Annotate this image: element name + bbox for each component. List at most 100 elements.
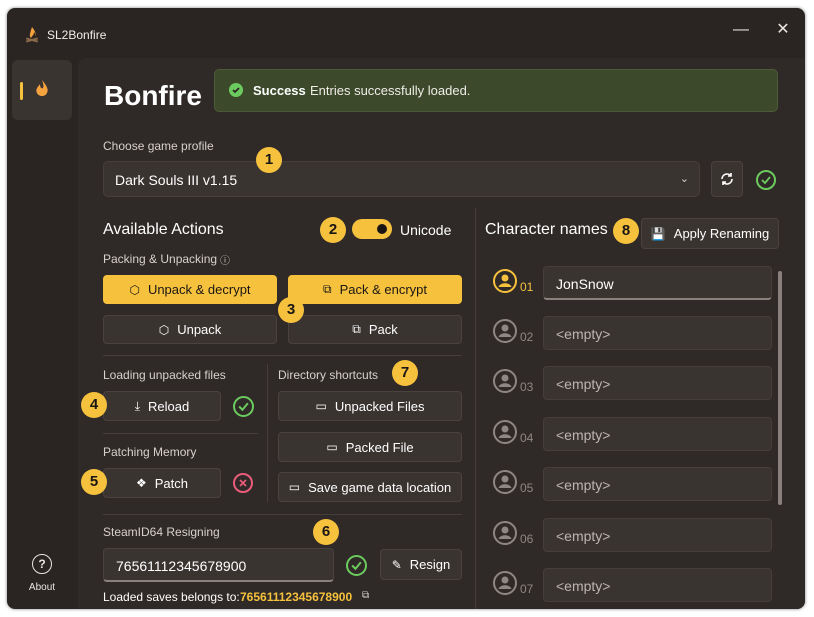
callout-badge: 2 (320, 217, 346, 243)
steamid-input[interactable]: 76561112345678900 (103, 548, 334, 582)
packed-file-button[interactable]: ▭ Packed File (278, 432, 462, 462)
box-icon: ⬡ (158, 322, 170, 337)
character-row: 03 <empty> (493, 366, 773, 402)
character-name-input[interactable]: <empty> (543, 417, 772, 451)
save-location-button[interactable]: ▭ Save game data location (278, 472, 462, 502)
divider (267, 364, 268, 502)
about-nav-item[interactable]: ? About (17, 554, 67, 593)
character-slot-number: 05 (520, 481, 534, 495)
character-row: 01 JonSnow (493, 266, 773, 302)
title-bar: SL2Bonfire — ✕ (7, 8, 805, 56)
character-slot-number: 07 (520, 582, 534, 596)
character-name-input[interactable]: <empty> (543, 568, 772, 602)
apply-renaming-label: Apply Renaming (673, 226, 770, 241)
steamid-ok-icon (346, 555, 367, 576)
character-names-title: Character names (485, 221, 608, 238)
packed-file-label: Packed File (345, 439, 414, 455)
character-slot-number: 03 (520, 380, 534, 394)
character-row: 04 <empty> (493, 417, 773, 453)
character-slot-number: 02 (520, 330, 534, 344)
unpack-decrypt-button[interactable]: ⬡ Unpack & decrypt (103, 275, 277, 304)
person-icon (493, 319, 517, 343)
nav-item-bonfire[interactable] (12, 60, 72, 120)
callout-badge: 4 (81, 392, 107, 418)
minimize-button[interactable]: — (727, 16, 755, 44)
character-slot-number: 04 (520, 431, 534, 445)
patch-icon: ❖ (135, 476, 147, 490)
game-profile-select[interactable]: Dark Souls III v1.15 ⌄ (103, 161, 700, 197)
scrollbar[interactable] (778, 271, 782, 505)
callout-badge: 7 (392, 360, 418, 386)
app-window: SL2Bonfire — ✕ ? About Bonfire Success E… (7, 8, 805, 609)
steamid-value: 76561112345678900 (116, 558, 247, 574)
belongs-value: 76561112345678900 (240, 590, 353, 604)
callout-badge: 1 (256, 147, 282, 173)
unicode-toggle[interactable] (352, 219, 392, 239)
character-name-input[interactable]: <empty> (543, 467, 772, 501)
game-profile-value: Dark Souls III v1.15 (115, 172, 238, 188)
unpack-label: Unpack (177, 322, 222, 337)
app-title: SL2Bonfire (47, 28, 107, 42)
save-location-label: Save game data location (308, 479, 452, 495)
available-actions-title: Available Actions (103, 221, 224, 238)
folder-icon: ▭ (315, 399, 327, 413)
unpack-decrypt-label: Unpack & decrypt (147, 282, 251, 297)
game-profile-label: Choose game profile (103, 139, 214, 153)
refresh-profile-button[interactable] (711, 161, 743, 197)
info-icon: ⓘ (220, 256, 230, 267)
refresh-icon (721, 173, 733, 185)
help-icon: ? (32, 554, 52, 574)
character-name-input[interactable]: <empty> (543, 316, 772, 350)
pack-label: Pack (368, 322, 398, 337)
reload-ok-icon (233, 396, 254, 417)
bonfire-logo-icon (25, 27, 39, 43)
toast-message: Entries successfully loaded. (310, 83, 471, 98)
resign-button[interactable]: ✎ Resign (380, 549, 462, 580)
character-name-input[interactable]: <empty> (543, 518, 772, 552)
person-icon (493, 269, 517, 293)
character-name-value: <empty> (556, 427, 611, 443)
character-row: 02 <empty> (493, 316, 773, 352)
loading-label: Loading unpacked files (103, 368, 226, 382)
toast-title: Success (253, 83, 306, 98)
apply-renaming-button[interactable]: 💾 Apply Renaming (641, 218, 779, 249)
character-name-value: JonSnow (556, 276, 614, 292)
steam-label: SteamID64 Resigning (103, 525, 220, 539)
page-title: Bonfire (104, 80, 202, 111)
patch-label: Patch (154, 475, 188, 491)
person-icon (493, 420, 517, 444)
close-button[interactable]: ✕ (769, 16, 797, 44)
boxes-icon: ⧉ (352, 322, 361, 336)
chevron-down-icon: ⌄ (679, 173, 689, 185)
folder-icon: ▭ (288, 480, 301, 494)
download-icon: ⤓ (134, 398, 141, 413)
profile-ok-icon (756, 170, 776, 190)
patch-button[interactable]: ❖ Patch (103, 468, 221, 498)
box-icon: ⬡ (129, 282, 140, 297)
shortcuts-label: Directory shortcuts (278, 368, 379, 382)
unpack-button[interactable]: ⬡ Unpack (103, 315, 277, 344)
folder-icon: ▭ (326, 440, 338, 454)
person-icon (493, 571, 517, 595)
toggle-knob (377, 224, 387, 234)
divider (103, 514, 462, 515)
character-name-input[interactable]: JonSnow (543, 266, 772, 300)
patching-label: Patching Memory (103, 445, 197, 459)
character-slot-number: 01 (520, 280, 534, 294)
pack-button[interactable]: ⧉ Pack (288, 315, 462, 344)
character-name-value: <empty> (556, 326, 611, 342)
pack-encrypt-button[interactable]: ⧉ Pack & encrypt (288, 275, 462, 304)
character-name-input[interactable]: <empty> (543, 366, 772, 400)
boxes-icon: ⧉ (322, 282, 332, 296)
pen-icon: ✎ (391, 557, 402, 572)
reload-button[interactable]: ⤓ Reload (103, 391, 221, 421)
success-toast: Success Entries successfully loaded. (214, 69, 778, 112)
pack-encrypt-label: Pack & encrypt (339, 282, 427, 297)
character-row: 06 <empty> (493, 518, 773, 554)
unpacked-files-button[interactable]: ▭ Unpacked Files (278, 391, 462, 421)
nav-selected-indicator (20, 82, 23, 100)
copy-icon[interactable]: ⧉ (362, 590, 369, 601)
callout-badge: 5 (81, 469, 107, 495)
belongs-label: Loaded saves belongs to: (103, 590, 240, 604)
unpacked-files-label: Unpacked Files (334, 398, 425, 414)
